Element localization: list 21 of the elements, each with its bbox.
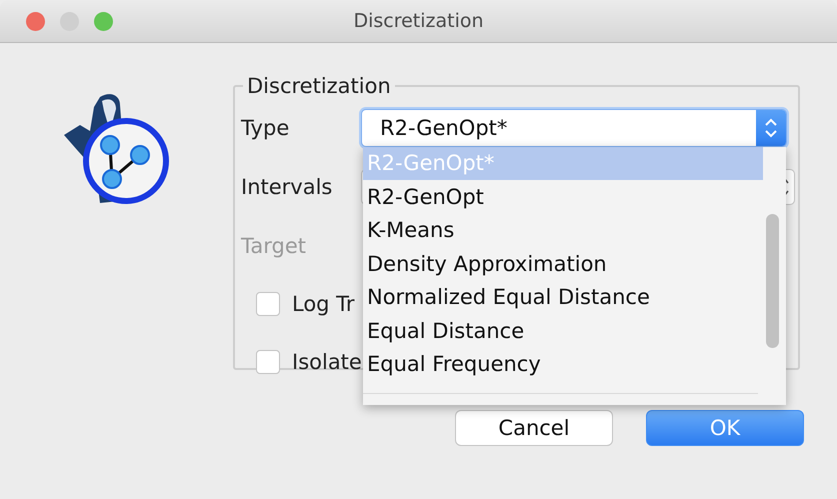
checkbox-label: Log Tr: [292, 292, 355, 316]
type-dropdown[interactable]: R2-GenOpt*: [361, 108, 787, 146]
cancel-button[interactable]: Cancel: [455, 410, 613, 446]
dropdown-option[interactable]: K-Means: [363, 214, 763, 247]
up-down-arrows-icon: [764, 116, 778, 138]
checkbox-label: Isolate: [292, 350, 362, 374]
dropdown-option[interactable]: Equal Frequency: [363, 348, 763, 381]
dropdown-option[interactable]: Normalized Equal Distance: [363, 280, 763, 314]
scrollbar-thumb[interactable]: [766, 214, 779, 348]
field-label: Type: [241, 116, 290, 140]
close-button[interactable]: [26, 12, 45, 30]
dropdown-option[interactable]: Density Approximation: [363, 247, 763, 280]
field-label: Target: [241, 234, 307, 258]
checkbox[interactable]: [256, 350, 280, 374]
window-title: Discretization: [353, 10, 484, 32]
checkbox[interactable]: [256, 292, 280, 316]
field-label: Intervals: [241, 174, 334, 198]
zoom-button[interactable]: [94, 12, 113, 30]
dropdown-option[interactable]: R2-GenOpt: [363, 180, 763, 214]
group-title: Discretization: [246, 74, 392, 98]
dropdown-option[interactable]: Equal Distance: [363, 314, 763, 348]
